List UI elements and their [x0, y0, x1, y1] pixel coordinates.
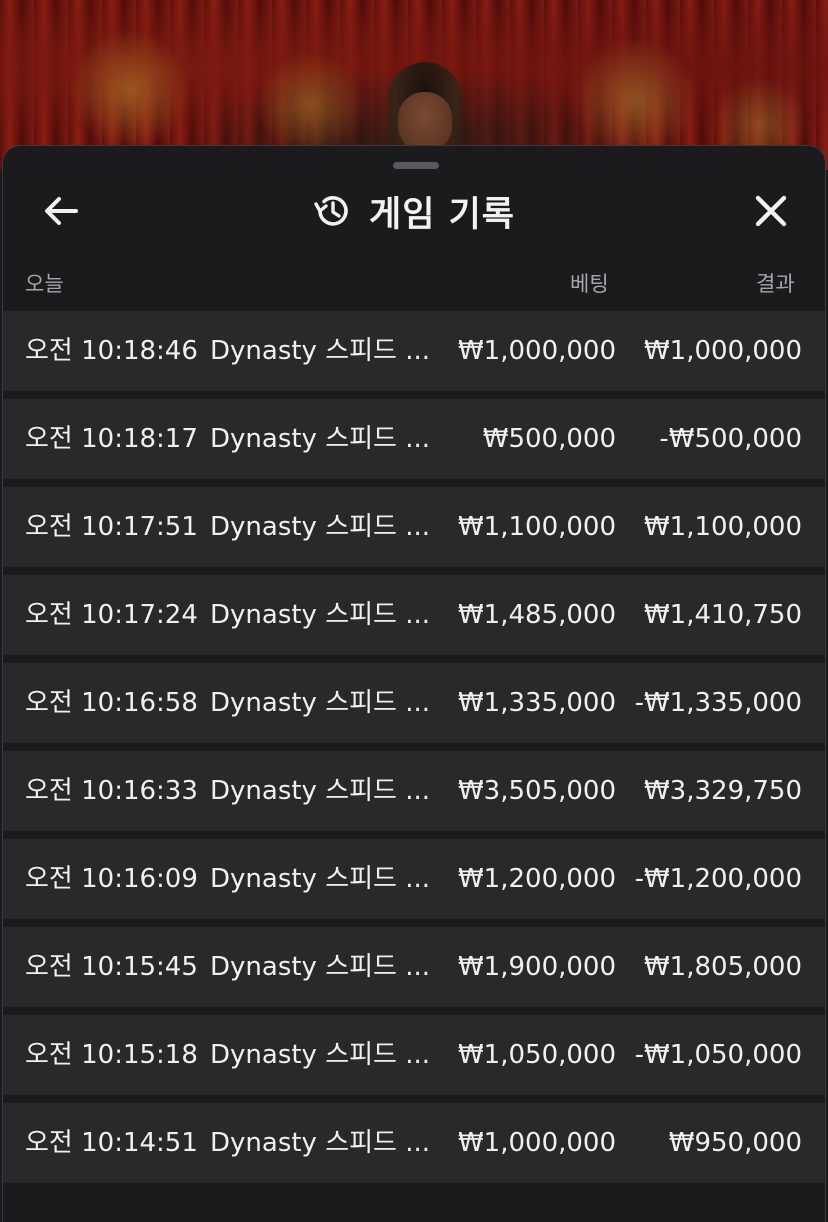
row-time: 오전 10:18:46: [25, 336, 198, 366]
row-game: Dynasty 스피드 ...: [210, 864, 431, 894]
row-bet: ₩500,000: [482, 424, 616, 454]
row-bet: ₩3,505,000: [457, 776, 616, 806]
history-row[interactable]: 오전 10:15:45 Dynasty 스피드 ... ₩1,900,000 ₩…: [3, 927, 825, 1007]
history-row[interactable]: 오전 10:17:24 Dynasty 스피드 ... ₩1,485,000 ₩…: [3, 575, 825, 655]
row-result: -₩1,050,000: [634, 1040, 802, 1070]
row-result: -₩500,000: [659, 424, 802, 454]
game-history-screen: 게임 기록 오늘 베팅 결과 오전 10:18:46 Dynasty 스피드 .…: [0, 0, 828, 1222]
row-time: 오전 10:15:18: [25, 1040, 198, 1070]
drag-handle[interactable]: [393, 162, 439, 169]
row-result: -₩1,335,000: [634, 688, 802, 718]
result-column-header: 결과: [756, 272, 795, 296]
row-bet: ₩1,335,000: [457, 688, 616, 718]
row-result: ₩3,329,750: [643, 776, 802, 806]
row-game: Dynasty 스피드 ...: [210, 1128, 431, 1158]
row-time: 오전 10:17:24: [25, 600, 198, 630]
row-result: ₩1,805,000: [643, 952, 802, 982]
row-result: ₩1,410,750: [643, 600, 802, 630]
page-title: 게임 기록: [3, 186, 825, 236]
row-time: 오전 10:16:58: [25, 688, 198, 718]
row-time: 오전 10:17:51: [25, 512, 198, 542]
row-game: Dynasty 스피드 ...: [210, 952, 431, 982]
history-row[interactable]: 오전 10:16:58 Dynasty 스피드 ... ₩1,335,000 -…: [3, 663, 825, 743]
history-row[interactable]: 오전 10:18:46 Dynasty 스피드 ... ₩1,000,000 ₩…: [3, 311, 825, 391]
history-panel: 게임 기록 오늘 베팅 결과 오전 10:18:46 Dynasty 스피드 .…: [2, 145, 826, 1222]
row-bet: ₩1,000,000: [457, 1128, 616, 1158]
date-header: 오늘: [25, 272, 64, 296]
row-game: Dynasty 스피드 ...: [210, 688, 431, 718]
row-game: Dynasty 스피드 ...: [210, 600, 431, 630]
history-row[interactable]: 오전 10:15:18 Dynasty 스피드 ... ₩1,050,000 -…: [3, 1015, 825, 1095]
close-button[interactable]: [747, 188, 795, 234]
row-result: -₩1,200,000: [634, 864, 802, 894]
bet-column-header: 베팅: [570, 272, 609, 296]
row-bet: ₩1,000,000: [457, 336, 616, 366]
history-row[interactable]: 오전 10:18:17 Dynasty 스피드 ... ₩500,000 -₩5…: [3, 399, 825, 479]
row-bet: ₩1,200,000: [457, 864, 616, 894]
row-game: Dynasty 스피드 ...: [210, 336, 431, 366]
row-bet: ₩1,050,000: [457, 1040, 616, 1070]
row-time: 오전 10:16:09: [25, 864, 198, 894]
row-result: ₩1,000,000: [643, 336, 802, 366]
history-list: 오전 10:18:46 Dynasty 스피드 ... ₩1,000,000 ₩…: [3, 311, 825, 1191]
row-result: ₩950,000: [668, 1128, 802, 1158]
row-time: 오전 10:14:51: [25, 1128, 198, 1158]
row-result: ₩1,100,000: [643, 512, 802, 542]
row-bet: ₩1,100,000: [457, 512, 616, 542]
row-game: Dynasty 스피드 ...: [210, 1040, 431, 1070]
history-clock-icon: [314, 196, 348, 226]
row-bet: ₩1,900,000: [457, 952, 616, 982]
row-game: Dynasty 스피드 ...: [210, 512, 431, 542]
row-game: Dynasty 스피드 ...: [210, 776, 431, 806]
title-text: 게임 기록: [369, 194, 515, 235]
row-bet: ₩1,485,000: [457, 600, 616, 630]
history-row[interactable]: 오전 10:16:33 Dynasty 스피드 ... ₩3,505,000 ₩…: [3, 751, 825, 831]
history-row[interactable]: 오전 10:14:51 Dynasty 스피드 ... ₩1,000,000 ₩…: [3, 1103, 825, 1183]
close-icon: [755, 195, 787, 227]
row-game: Dynasty 스피드 ...: [210, 424, 431, 454]
history-row[interactable]: 오전 10:16:09 Dynasty 스피드 ... ₩1,200,000 -…: [3, 839, 825, 919]
row-time: 오전 10:16:33: [25, 776, 198, 806]
history-row[interactable]: 오전 10:17:51 Dynasty 스피드 ... ₩1,100,000 ₩…: [3, 487, 825, 567]
row-time: 오전 10:18:17: [25, 424, 198, 454]
row-time: 오전 10:15:45: [25, 952, 198, 982]
